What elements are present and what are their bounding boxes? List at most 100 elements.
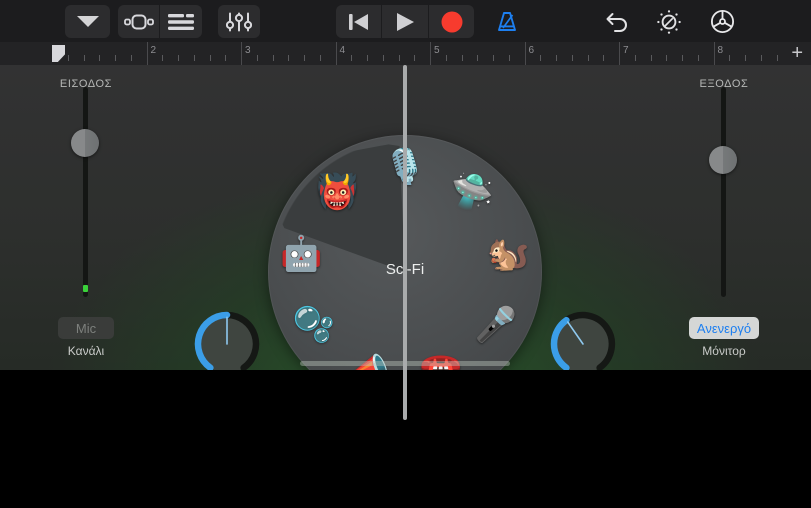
metronome-icon: [498, 11, 516, 31]
fx-knob-icon: [657, 9, 681, 34]
ruler-bar-number: 7: [623, 45, 629, 56]
tone-knob-dial: [194, 311, 260, 370]
transport-group: [336, 5, 474, 38]
tone-knob[interactable]: [190, 307, 264, 370]
input-fader-knob[interactable]: [71, 129, 99, 157]
ruler-tick: [288, 55, 290, 61]
input-fader-track[interactable]: [83, 87, 88, 297]
record-icon: [441, 11, 462, 32]
ruler-tick: [603, 55, 605, 61]
ruler-bar-number: 2: [150, 45, 157, 56]
garageband-recorder-screen: 2 3 4 5 6 7 8 + ΕΙΣΟΔΟΣ Mic Κανάλι ΕΞΟΔΟΣ Ανεν…: [0, 0, 811, 508]
ruler-tick: [477, 55, 479, 61]
metronome-button[interactable]: [487, 5, 527, 38]
ruler-bar-line: [241, 42, 242, 65]
ruler-tick: [225, 55, 227, 61]
gear-icon: [710, 9, 734, 34]
monitor-toggle-button[interactable]: Ανενεργό: [689, 317, 759, 339]
pitch-knob[interactable]: [546, 307, 620, 370]
playhead-start-marker[interactable]: [52, 45, 65, 62]
ruler-tick: [367, 55, 368, 61]
ruler-tick: [571, 55, 573, 61]
ruler-bar-line: [335, 42, 337, 65]
monster-icon[interactable]: 👹: [312, 166, 364, 218]
ruler-tick: [540, 55, 542, 61]
ruler-tick: [666, 55, 668, 61]
ruler-tick: [682, 55, 683, 61]
pitch-knob-group: Pitch: [546, 307, 626, 370]
tracks-view-button[interactable]: [160, 5, 202, 38]
ruler-tick: [508, 55, 510, 61]
ruler-tick: [193, 55, 195, 61]
output-fader-track[interactable]: [721, 87, 726, 297]
ruler-bar-number: 6: [528, 45, 535, 56]
robot-icon[interactable]: 🤖: [276, 228, 328, 280]
fx-button[interactable]: [649, 5, 689, 38]
tone-knob-group: Tone: [190, 307, 270, 370]
ruler-bar-line: [146, 42, 148, 65]
bubbles-icon[interactable]: 🫧: [288, 299, 340, 351]
input-panel: ΕΙΣΟΔΟΣ Mic Κανάλι: [27, 65, 145, 370]
ruler-tick: [272, 55, 274, 61]
ruler-tick: [115, 55, 116, 61]
ruler-tick: [99, 55, 101, 61]
output-fader-knob[interactable]: [709, 146, 737, 174]
ruler-tick: [650, 55, 652, 61]
my-songs-button[interactable]: [65, 5, 110, 38]
settings-button[interactable]: [702, 5, 742, 38]
ruler-tick: [209, 55, 211, 61]
telephone-icon[interactable]: ☎️: [415, 345, 467, 370]
input-level-dot: [83, 285, 88, 292]
undo-button[interactable]: [598, 5, 638, 38]
ruler-tick: [398, 55, 400, 61]
input-channel-label: Κανάλι: [67, 344, 105, 358]
play-button[interactable]: [382, 5, 428, 38]
ruler-bar-line: [713, 42, 715, 65]
ruler-bar-line: [524, 42, 526, 65]
add-section-button[interactable]: +: [791, 43, 803, 63]
ruler-tick: [351, 55, 353, 61]
ruler-tick: [461, 55, 463, 61]
navigation-group: [65, 5, 110, 38]
ruler-bar-line: [430, 42, 431, 65]
ruler-tick: [493, 55, 494, 61]
ruler-tick: [760, 55, 762, 61]
record-button[interactable]: [429, 5, 474, 38]
ruler-tick: [256, 55, 258, 61]
rewind-button[interactable]: [336, 5, 381, 38]
ruler-bar-number: 5: [434, 45, 440, 56]
megaphone-icon[interactable]: 📣: [343, 345, 395, 370]
top-toolbar: [0, 0, 811, 42]
playhead-line[interactable]: [403, 65, 407, 420]
sound-browser-icon: [123, 14, 154, 29]
ruler-tick: [162, 55, 164, 61]
ruler-tick: [776, 55, 778, 61]
ruler-tick: [414, 55, 416, 61]
play-icon: [397, 12, 414, 31]
rewind-to-start-icon: [348, 13, 368, 30]
ruler-tick: [697, 55, 699, 61]
track-controls-button[interactable]: [218, 5, 260, 38]
ruler-tick: [745, 55, 746, 61]
ruler-tick: [445, 55, 447, 61]
input-channel-button[interactable]: Mic: [58, 317, 114, 339]
ruler-tick: [130, 55, 132, 61]
ufo-alien-icon[interactable]: 🛸: [446, 166, 498, 218]
pitch-knob-dial: [550, 311, 616, 370]
mixer-group: [218, 5, 260, 38]
ruler-tick: [556, 55, 557, 61]
timeline-ruler[interactable]: 2 3 4 5 6 7 8 +: [0, 42, 811, 66]
ruler-tick: [634, 55, 636, 61]
ruler-tick: [304, 55, 305, 61]
squirrel-chipmunk-icon[interactable]: 🐿️: [482, 228, 534, 280]
ruler-tick: [178, 55, 179, 61]
ruler-tick: [319, 55, 321, 61]
track-view-icon: [168, 13, 194, 30]
stage-microphone-icon[interactable]: 🎤: [470, 299, 522, 351]
output-panel: ΕΞΟΔΟΣ Ανενεργό Μόνιτορ: [665, 65, 783, 370]
ruler-tick: [729, 55, 731, 61]
ruler-tick: [83, 55, 85, 61]
sound-browser-button[interactable]: [118, 5, 159, 38]
ruler-bar-number: 8: [717, 45, 724, 56]
mixer-sliders-icon: [226, 12, 252, 31]
